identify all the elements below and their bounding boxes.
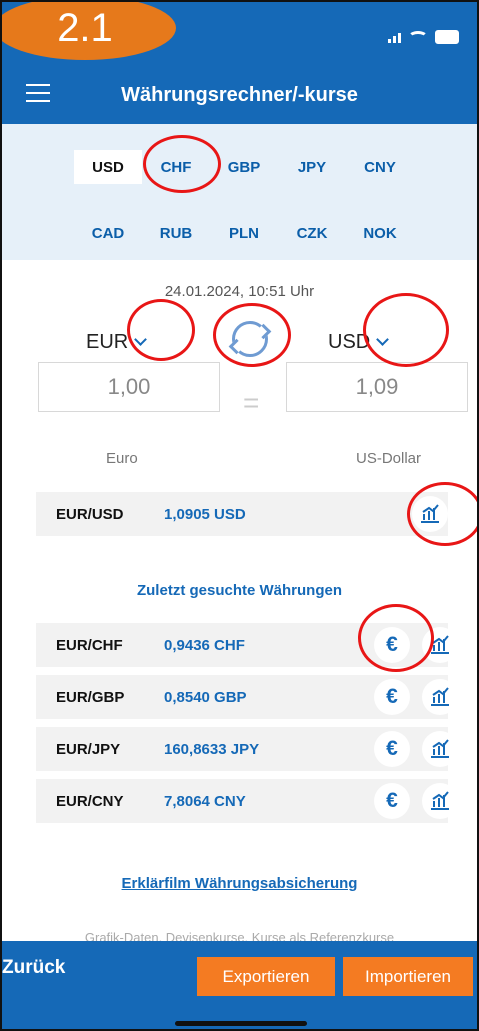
euro-exchange-icon[interactable]: € xyxy=(374,783,410,819)
top-app-bar: 2.1 Währungsrechner/-kurse xyxy=(2,2,477,124)
currency-tab-rub[interactable]: RUB xyxy=(142,216,210,250)
currency-hedging-video-link[interactable]: Erklärfilm Währungsabsicherung xyxy=(2,875,477,892)
annotation-circle xyxy=(143,135,221,193)
annotation-circle xyxy=(358,604,434,672)
from-currency-name: Euro xyxy=(106,450,138,467)
currency-tab-usd[interactable]: USD xyxy=(74,150,142,184)
annotation-circle xyxy=(407,482,477,546)
currency-tab-pln[interactable]: PLN xyxy=(210,216,278,250)
from-amount-field[interactable]: 1,00 xyxy=(38,362,220,412)
currency-tab-cad[interactable]: CAD xyxy=(74,216,142,250)
step-badge: 2.1 xyxy=(2,2,176,60)
annotation-circle xyxy=(213,303,291,367)
recent-currencies-heading: Zuletzt gesuchte Währungen xyxy=(136,582,342,599)
rate-value: 1,0905 USD xyxy=(164,505,246,523)
export-button[interactable]: Exportieren xyxy=(197,957,335,996)
rate-value: 160,8633 JPY xyxy=(164,740,260,758)
phone-screen: 2.1 Währungsrechner/-kurse USD CHF GBP J… xyxy=(0,0,479,1031)
chart-icon[interactable] xyxy=(422,731,458,767)
wifi-icon xyxy=(408,30,428,44)
home-indicator[interactable] xyxy=(175,1021,307,1026)
euro-exchange-icon[interactable]: € xyxy=(374,679,410,715)
equals-sign: = xyxy=(243,387,260,418)
rate-pair: EUR/CHF xyxy=(56,636,123,654)
signal-icon xyxy=(388,31,401,43)
list-item-eur-gbp: EUR/GBP 0,8540 GBP € xyxy=(36,675,458,719)
bottom-action-bar: Zurück Exportieren Importieren xyxy=(2,941,477,1029)
currency-tab-nok[interactable]: NOK xyxy=(346,216,414,250)
chart-icon[interactable] xyxy=(422,783,458,819)
main-rate-row: EUR/USD 1,0905 USD xyxy=(36,492,448,536)
currency-tab-czk[interactable]: CZK xyxy=(278,216,346,250)
annotation-circle xyxy=(363,293,449,367)
back-button[interactable]: Zurück xyxy=(2,957,65,979)
from-currency-label: EUR xyxy=(86,331,129,353)
currency-tab-cny[interactable]: CNY xyxy=(346,150,414,184)
page-title: Währungsrechner/-kurse xyxy=(121,84,358,106)
rate-value: 0,8540 GBP xyxy=(164,688,247,706)
rate-value: 7,8064 CNY xyxy=(164,792,246,810)
euro-exchange-icon[interactable]: € xyxy=(374,731,410,767)
rate-pair: EUR/JPY xyxy=(56,740,121,758)
rate-value: 0,9436 CHF xyxy=(164,636,245,654)
import-button[interactable]: Importieren xyxy=(343,957,473,996)
chart-icon[interactable] xyxy=(422,679,458,715)
currency-grid: USD CHF GBP JPY CNY CAD RUB PLN CZK NOK xyxy=(74,150,414,250)
rate-pair: EUR/CNY xyxy=(56,792,124,810)
to-amount-field[interactable]: 1,09 xyxy=(286,362,468,412)
status-icons xyxy=(388,30,459,44)
battery-icon xyxy=(435,30,459,44)
currency-selector-panel: USD CHF GBP JPY CNY CAD RUB PLN CZK NOK xyxy=(2,124,477,260)
to-currency-name: US-Dollar xyxy=(356,450,422,467)
rate-pair: EUR/GBP xyxy=(56,688,125,706)
annotation-circle xyxy=(127,299,195,361)
rate-pair: EUR/USD xyxy=(56,505,124,523)
list-item-eur-jpy: EUR/JPY 160,8633 JPY € xyxy=(36,727,458,771)
list-item-eur-cny: EUR/CNY 7,8064 CNY € xyxy=(36,779,458,823)
currency-tab-jpy[interactable]: JPY xyxy=(278,150,346,184)
